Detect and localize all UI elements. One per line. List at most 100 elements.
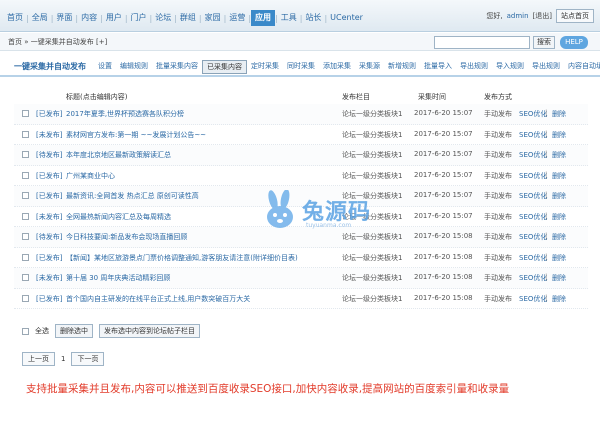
row-title-link[interactable]: 2017年夏季,世界杯预选赛各队积分榜 (66, 109, 184, 119)
seo-optimize-link[interactable]: SEO优化 (519, 191, 547, 201)
status-tag[interactable]: [待发布] (36, 232, 62, 242)
watermark: 兔源码 tuyuanma.com (262, 190, 371, 230)
module-tab[interactable]: 同时采集 (283, 60, 319, 74)
search-input[interactable] (434, 36, 530, 49)
top-nav-item[interactable]: 工具 (278, 12, 300, 24)
top-nav-item[interactable]: 全局 (29, 12, 51, 24)
top-nav-item[interactable]: 论坛 (152, 12, 174, 24)
seo-optimize-link[interactable]: SEO优化 (519, 253, 547, 263)
seo-optimize-link[interactable]: SEO优化 (519, 212, 547, 222)
search-button[interactable]: 搜索 (533, 36, 555, 49)
top-navigation-bar: 首页 | 全局 | 界面 | 内容 | 用户 | 门户 | 论坛 | 群组 | 家园 | 运营 | 应用 | 工具 | 站长 | U… (0, 0, 600, 32)
status-tag[interactable]: [已发布] (36, 109, 62, 119)
row-checkbox[interactable] (22, 130, 29, 138)
status-tag[interactable]: [已发布] (36, 171, 62, 181)
username-link[interactable]: admin (507, 12, 529, 20)
row-checkbox[interactable] (22, 151, 29, 158)
delete-link[interactable]: 删除 (552, 191, 566, 201)
row-title-link[interactable]: 第十届 30 周年庆典活动精彩回顾 (66, 273, 170, 283)
row-checkbox[interactable] (22, 171, 29, 179)
status-tag[interactable]: [已发布] (36, 294, 62, 304)
delete-link[interactable]: 删除 (552, 273, 566, 283)
delete-link[interactable]: 删除 (552, 294, 566, 304)
row-checkbox[interactable] (22, 192, 29, 199)
top-nav-item[interactable]: 家园 (202, 12, 224, 24)
status-tag[interactable]: [未发布] (36, 130, 62, 140)
top-nav-item[interactable]: 群组 (177, 12, 199, 24)
top-nav-item[interactable]: 站长 (302, 12, 324, 24)
row-time: 2017-6-20 15:07 (414, 129, 473, 138)
row-title-link[interactable]: 首个国内自主研发的在线平台正式上线,用户数突破百万大关 (66, 294, 250, 304)
module-tab[interactable]: 定时采集 (247, 60, 283, 74)
seo-optimize-link[interactable]: SEO优化 (519, 273, 547, 283)
logout-link[interactable]: [退出] (533, 11, 552, 21)
seo-optimize-link[interactable]: SEO优化 (519, 232, 547, 242)
publish-selected-button[interactable]: 发布选中内容到论坛帖子栏目 (99, 324, 200, 338)
module-tab[interactable]: 批量采集内容 (152, 60, 202, 74)
row-title-link[interactable]: 今日科技要闻:新品发布会现场直播回顾 (66, 232, 187, 242)
top-nav-item[interactable]: 运营 (226, 12, 248, 24)
delete-link[interactable]: 删除 (552, 171, 566, 181)
row-checkbox[interactable] (22, 110, 29, 117)
site-home-button[interactable]: 站点首页 (556, 9, 594, 23)
row-publish-way: 手动发布 (484, 212, 512, 221)
bulk-actions: 全选 删除选中 发布选中内容到论坛帖子栏目 (22, 324, 200, 338)
row-checkbox[interactable] (22, 274, 29, 281)
row-publish-way: 手动发布 (484, 233, 512, 241)
row-checkbox[interactable] (22, 294, 29, 302)
row-publish-way: 手动发布 (484, 151, 512, 159)
top-nav-item[interactable]: 首页 (4, 12, 26, 24)
module-tab[interactable]: 设置 (94, 60, 116, 74)
top-nav-item[interactable]: UCenter (327, 12, 366, 24)
prev-page-button[interactable]: 上一页 (22, 352, 55, 366)
module-tab[interactable]: 编辑规则 (116, 60, 152, 74)
module-tab[interactable]: 导出规则 (528, 60, 564, 74)
next-page-button[interactable]: 下一页 (71, 352, 105, 366)
help-button[interactable]: HELP (560, 36, 588, 49)
delete-link[interactable]: 删除 (552, 109, 566, 119)
status-tag[interactable]: [已发布] (36, 253, 62, 263)
delete-link[interactable]: 删除 (552, 150, 566, 160)
module-tab[interactable]: 已采集内容 (202, 60, 247, 74)
row-title-link[interactable]: 素材网官方发布:第一期 ~~发展计划公告~~ (66, 130, 206, 140)
top-nav-item[interactable]: 用户 (103, 12, 125, 24)
top-nav-item[interactable]: 门户 (128, 12, 150, 24)
top-nav-item[interactable]: 界面 (53, 12, 75, 24)
table-row: [未发布] 素材网官方发布:第一期 ~~发展计划公告~~ 论坛一级分类板块1 2017… (14, 125, 588, 145)
status-tag[interactable]: [已发布] (36, 191, 62, 201)
row-title-link[interactable]: 广州某商业中心 (66, 171, 115, 181)
status-tag[interactable]: [待发布] (36, 150, 62, 160)
row-separator: | (545, 293, 548, 302)
status-tag[interactable]: [未发布] (36, 212, 62, 222)
module-tab[interactable]: 添加采集 (319, 60, 355, 74)
delete-link[interactable]: 删除 (552, 232, 566, 242)
seo-optimize-link[interactable]: SEO优化 (519, 294, 547, 304)
status-tag[interactable]: [未发布] (36, 273, 62, 283)
delete-selected-button[interactable]: 删除选中 (55, 324, 93, 338)
select-all-checkbox[interactable] (22, 327, 29, 335)
top-nav-item[interactable]: 内容 (78, 12, 100, 24)
seo-optimize-link[interactable]: SEO优化 (519, 130, 547, 140)
row-title-link[interactable]: 最新资讯:全网首发 热点汇总 原创可读性高 (66, 191, 199, 201)
top-nav-item[interactable]: 应用 (251, 10, 276, 26)
module-tab[interactable]: 内容自动填充 (564, 60, 600, 74)
row-title-link[interactable]: 本年度北京地区最新政策解读汇总 (66, 150, 171, 160)
row-title-link[interactable]: 全网最热新闻内容汇总及每周精选 (66, 212, 171, 222)
row-time: 2017-6-20 15:07 (414, 109, 473, 117)
module-tab[interactable]: 导入规则 (492, 60, 528, 74)
delete-link[interactable]: 删除 (552, 130, 566, 140)
row-time: 2017-6-20 15:08 (414, 232, 473, 240)
module-tab[interactable]: 新增规则 (384, 60, 420, 74)
seo-optimize-link[interactable]: SEO优化 (519, 150, 547, 160)
module-tab[interactable]: 导出规则 (456, 60, 492, 74)
row-checkbox[interactable] (22, 253, 29, 261)
module-tab[interactable]: 采集源 (355, 60, 384, 74)
seo-optimize-link[interactable]: SEO优化 (519, 171, 547, 181)
seo-optimize-link[interactable]: SEO优化 (519, 109, 547, 119)
row-checkbox[interactable] (22, 233, 29, 240)
module-tab[interactable]: 批量导入 (420, 60, 456, 74)
delete-link[interactable]: 删除 (552, 212, 566, 222)
row-title-link[interactable]: 【新闻】某地区旅游景点门票价格调整通知,游客朋友请注意(附详细价目表) (66, 253, 298, 263)
delete-link[interactable]: 删除 (552, 253, 566, 263)
row-checkbox[interactable] (22, 212, 29, 220)
